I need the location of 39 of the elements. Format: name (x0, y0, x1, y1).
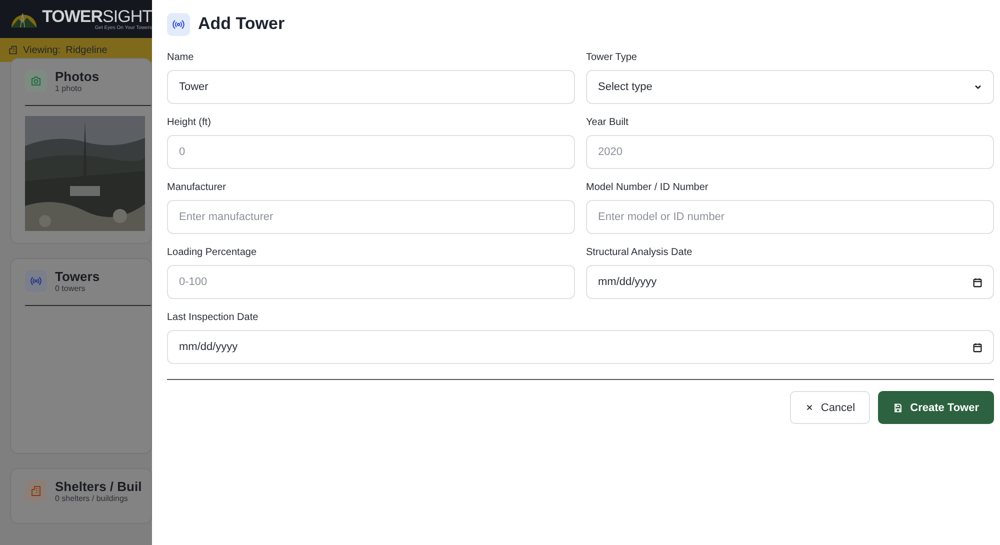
viewing-label: Viewing: (23, 44, 61, 56)
calendar-icon[interactable] (972, 276, 983, 288)
section-count: 1 photo (55, 84, 83, 93)
cancel-button[interactable]: Cancel (790, 391, 870, 424)
dialog-title: Add Tower (198, 14, 285, 34)
section-title: Shelters / Buil (55, 479, 142, 494)
date-field[interactable]: mm/dd/yyyy (167, 330, 994, 364)
select-field[interactable]: Select type (586, 70, 994, 104)
building-icon (8, 45, 18, 55)
field-label: Name (167, 52, 195, 64)
section-title: Photos (55, 69, 100, 84)
input-field[interactable]: Tower (167, 70, 575, 104)
section-count: 0 towers (55, 284, 86, 293)
viewing-site: Ridgeline (66, 44, 108, 56)
create-button[interactable]: Create Tower (878, 391, 994, 424)
input-field[interactable]: 2020 (586, 135, 994, 169)
date-field[interactable]: mm/dd/yyyy (586, 265, 994, 299)
input-field[interactable]: 0 (167, 135, 575, 169)
section-count: 0 shelters / buildings (55, 494, 129, 503)
field-label: Model Number / ID Number (586, 182, 710, 194)
field-label: Tower Type (586, 52, 638, 64)
building-icon (30, 485, 42, 497)
field-label: Height (ft) (167, 117, 212, 129)
input-field[interactable]: Enter model or ID number (586, 200, 994, 234)
field-label: Structural Analysis Date (586, 247, 694, 259)
field-label: Manufacturer (167, 182, 227, 194)
camera-icon (30, 75, 42, 87)
field-label: Last Inspection Date (167, 312, 260, 324)
close-icon (804, 403, 814, 412)
input-field[interactable]: 0-100 (167, 265, 575, 299)
brand-name: TOWERSIGHT (42, 8, 152, 24)
field-label: Loading Percentage (167, 247, 258, 259)
input-field[interactable]: Enter manufacturer (167, 200, 575, 234)
signal-icon (30, 275, 42, 287)
calendar-icon[interactable] (972, 342, 983, 352)
section-title: Towers (55, 269, 100, 284)
signal-icon (172, 18, 185, 30)
save-icon (893, 402, 904, 412)
field-label: Year Built (586, 117, 630, 129)
